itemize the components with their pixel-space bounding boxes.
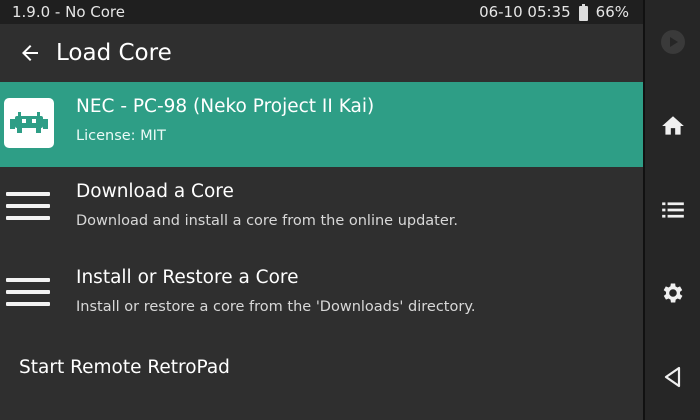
item-subtitle: Install or restore a core from the 'Down… bbox=[76, 299, 476, 315]
home-icon[interactable] bbox=[645, 96, 700, 156]
list-item-install-restore-core[interactable]: Install or Restore a Core Install or res… bbox=[0, 253, 643, 339]
gear-icon[interactable] bbox=[645, 263, 700, 323]
status-right: 06-10 05:35 66% bbox=[479, 3, 629, 21]
play-icon[interactable] bbox=[645, 12, 700, 72]
status-bar: 1.9.0 - No Core 06-10 05:35 66% bbox=[0, 0, 643, 24]
item-title: Install or Restore a Core bbox=[76, 267, 299, 288]
item-title: NEC - PC-98 (Neko Project II Kai) bbox=[76, 96, 375, 117]
item-subtitle: License: MIT bbox=[76, 128, 166, 144]
menu-icon bbox=[6, 192, 50, 226]
list-item-neko-project[interactable]: NEC - PC-98 (Neko Project II Kai) Licens… bbox=[0, 82, 643, 167]
nav-rail bbox=[645, 0, 700, 420]
retroarch-logo-icon bbox=[4, 98, 54, 148]
status-datetime: 06-10 05:35 bbox=[479, 3, 571, 21]
battery-icon bbox=[578, 3, 588, 21]
menu-icon bbox=[6, 278, 50, 312]
back-triangle-icon[interactable] bbox=[645, 347, 700, 407]
header: Load Core bbox=[0, 24, 643, 82]
arrow-left-icon[interactable] bbox=[8, 31, 52, 75]
page-title: Load Core bbox=[56, 40, 172, 66]
status-core-text: 1.9.0 - No Core bbox=[12, 3, 125, 21]
list-item-download-core[interactable]: Download a Core Download and install a c… bbox=[0, 167, 643, 253]
list-item-start-remote-retropad[interactable]: Start Remote RetroPad bbox=[0, 339, 643, 395]
item-title: Download a Core bbox=[76, 181, 234, 202]
item-subtitle: Download and install a core from the onl… bbox=[76, 213, 459, 229]
list-icon[interactable] bbox=[645, 180, 700, 240]
item-title: Start Remote RetroPad bbox=[19, 357, 230, 378]
menu-list: NEC - PC-98 (Neko Project II Kai) Licens… bbox=[0, 82, 643, 395]
battery-level: 66% bbox=[595, 3, 629, 21]
